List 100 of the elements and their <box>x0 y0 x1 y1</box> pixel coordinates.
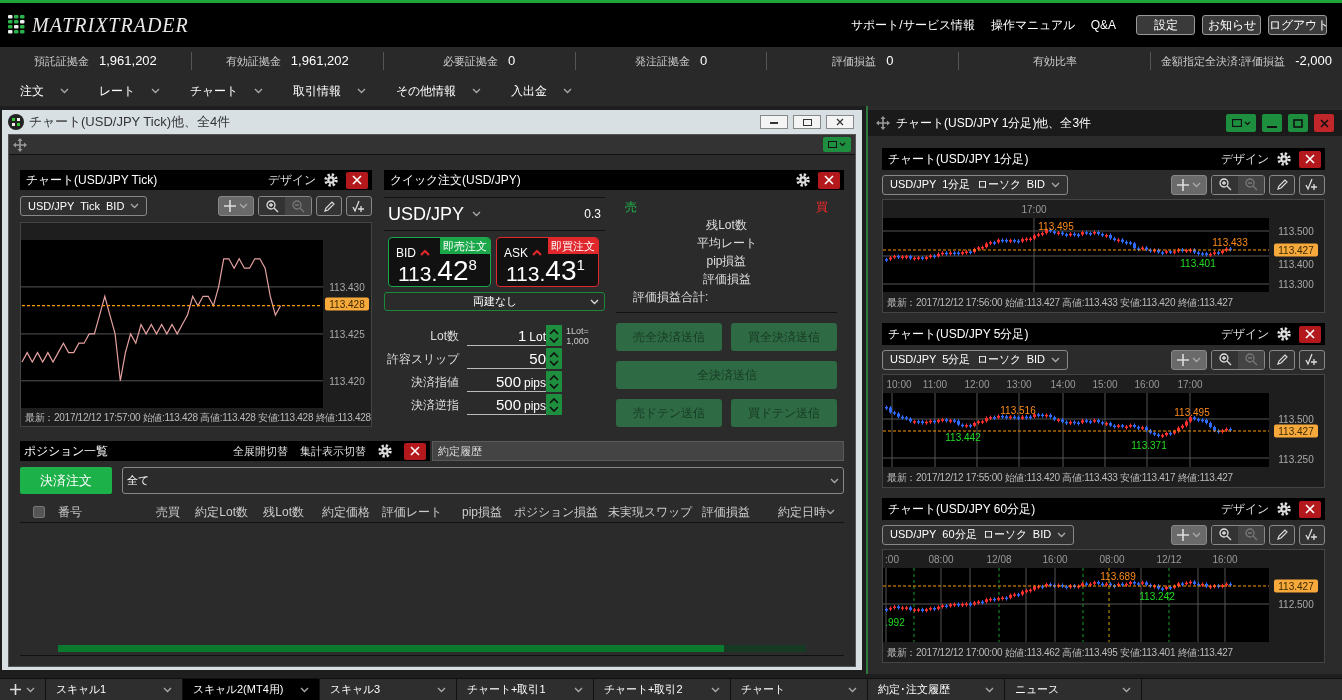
column-header[interactable]: pip損益 <box>442 503 502 521</box>
close-button[interactable] <box>1299 500 1321 518</box>
spinner-button[interactable] <box>546 348 562 369</box>
zoom-in-button[interactable] <box>259 197 285 215</box>
pencil-icon <box>1275 528 1289 541</box>
header-link[interactable]: サポート/サービス情報 <box>851 16 975 34</box>
add-indicator-button[interactable] <box>1171 349 1207 370</box>
design-link[interactable]: デザイン <box>1221 150 1269 168</box>
horizontal-scrollbar[interactable] <box>58 645 806 652</box>
move-icon[interactable] <box>13 137 27 152</box>
column-header[interactable]: 売買 <box>138 503 180 521</box>
add-indicator-button[interactable] <box>1171 524 1207 545</box>
chevron-down-icon <box>1122 686 1131 693</box>
settings-icon[interactable] <box>796 173 810 187</box>
add-indicator-button[interactable] <box>1171 174 1207 195</box>
ask-order-button[interactable]: 即買注文 <box>548 238 598 254</box>
menu-item[interactable]: レート <box>99 81 160 100</box>
header-button[interactable]: 設定 <box>1136 15 1195 35</box>
column-header[interactable]: 未実現スワップ <box>598 503 692 521</box>
line-plus-icon <box>1305 528 1319 541</box>
history-tab[interactable]: 約定履歴 <box>432 441 844 461</box>
close-button[interactable] <box>1299 325 1321 343</box>
column-header[interactable]: 残Lot数 <box>248 503 304 521</box>
layout-button[interactable] <box>823 137 851 152</box>
menu-item[interactable]: 入出金 <box>511 81 572 100</box>
symbol-select[interactable]: USD/JPY 60分足 ローソク BID <box>882 524 1075 545</box>
zoom-in-button[interactable] <box>1212 175 1238 194</box>
minimize-button[interactable] <box>760 115 788 129</box>
menu-item[interactable]: 取引情報 <box>293 81 366 100</box>
toggle-link[interactable]: 全展開切替 <box>233 442 288 460</box>
column-header[interactable]: 評価損益 <box>692 503 750 521</box>
close-button[interactable] <box>346 171 368 189</box>
line-tool-button[interactable] <box>346 196 372 216</box>
axis-label: 08:00 <box>1099 554 1125 565</box>
line-tool-button[interactable] <box>1299 524 1325 545</box>
summary-label: pip損益 <box>706 253 747 270</box>
restore-button[interactable] <box>793 115 821 129</box>
spinner-button[interactable] <box>546 325 562 346</box>
panel-title: クイック注文(USD/JPY) <box>390 172 522 189</box>
column-header[interactable]: 番号 <box>58 503 138 521</box>
panel-title: チャート(USD/JPY 1分足) <box>888 151 1030 168</box>
hedge-select[interactable]: 両建なし <box>384 292 605 311</box>
settings-icon[interactable] <box>1277 502 1291 516</box>
design-link[interactable]: デザイン <box>1221 325 1269 343</box>
header-link[interactable]: Q&A <box>1090 16 1116 34</box>
settings-icon[interactable] <box>324 173 338 187</box>
settings-icon[interactable] <box>1277 152 1291 166</box>
toggle-link[interactable]: 集計表示切替 <box>300 442 366 460</box>
menu-item[interactable]: チャート <box>190 81 263 100</box>
header-button[interactable]: ログアウト <box>1268 15 1327 35</box>
symbol-select[interactable]: USD/JPY 5分足 ローソク BID <box>882 349 1069 370</box>
settings-icon[interactable] <box>1277 327 1291 341</box>
column-header[interactable]: 約定価格 <box>304 503 370 521</box>
spinner-button[interactable] <box>546 371 562 392</box>
pencil-icon <box>1275 353 1289 366</box>
draw-button[interactable] <box>1269 524 1295 545</box>
zoom-in-button[interactable] <box>1212 350 1238 369</box>
column-header[interactable]: 約定日時 <box>750 503 826 521</box>
maximize-button[interactable] <box>1288 114 1308 132</box>
design-link[interactable]: デザイン <box>268 171 316 189</box>
move-icon[interactable] <box>876 116 890 130</box>
design-link[interactable]: デザイン <box>1221 500 1269 518</box>
price-annotation: 113.516 <box>1000 405 1036 416</box>
line-tool-button[interactable] <box>1299 349 1325 370</box>
symbol-select[interactable]: USD/JPY 1分足 ローソク BID <box>882 174 1069 195</box>
current-price-marker: 113.428 <box>325 297 369 311</box>
zoom-in-button[interactable] <box>1212 525 1238 544</box>
layout-button[interactable] <box>1226 114 1256 132</box>
menu-item[interactable]: その他情報 <box>396 81 481 100</box>
close-button[interactable] <box>1299 150 1321 168</box>
draw-button[interactable] <box>1269 349 1295 370</box>
minimize-button[interactable] <box>1262 114 1282 132</box>
sell-label: 売 <box>625 199 637 216</box>
draw-button[interactable] <box>316 196 342 216</box>
close-button[interactable] <box>818 171 840 189</box>
close-button[interactable] <box>404 442 426 460</box>
line-tool-button[interactable] <box>1299 174 1325 195</box>
summary-label: 評価損益 <box>702 271 751 288</box>
column-header[interactable]: 約定Lot数 <box>180 503 248 521</box>
draw-button[interactable] <box>1269 174 1295 195</box>
header-link[interactable]: 操作マニュアル <box>990 16 1075 34</box>
axis-label: 15:00 <box>1092 379 1118 390</box>
checkbox[interactable] <box>33 506 45 518</box>
chevron-down-icon <box>357 87 366 94</box>
settings-icon[interactable] <box>378 444 392 458</box>
account-label: 有効比率 <box>1032 53 1077 69</box>
field-label: 決済指値 <box>410 373 459 391</box>
column-header[interactable]: ポジション損益 <box>502 503 598 521</box>
column-header[interactable]: 評価レート <box>370 503 442 521</box>
close-button[interactable] <box>826 115 854 129</box>
minimize-icon <box>770 120 778 124</box>
header-button[interactable]: お知らせ <box>1202 15 1261 35</box>
workspace-tab[interactable]: スキャル2(MT4用) <box>183 679 320 700</box>
chevron-down-icon <box>26 686 35 693</box>
spinner-button[interactable] <box>546 394 562 415</box>
symbol-select[interactable]: USD/JPY Tick BID <box>20 196 148 216</box>
menu-item[interactable]: 注文 <box>20 81 69 100</box>
chevron-down-icon <box>830 477 839 484</box>
filter-select[interactable]: 全て <box>122 467 844 494</box>
symbol-select[interactable]: USD/JPY <box>388 200 482 228</box>
